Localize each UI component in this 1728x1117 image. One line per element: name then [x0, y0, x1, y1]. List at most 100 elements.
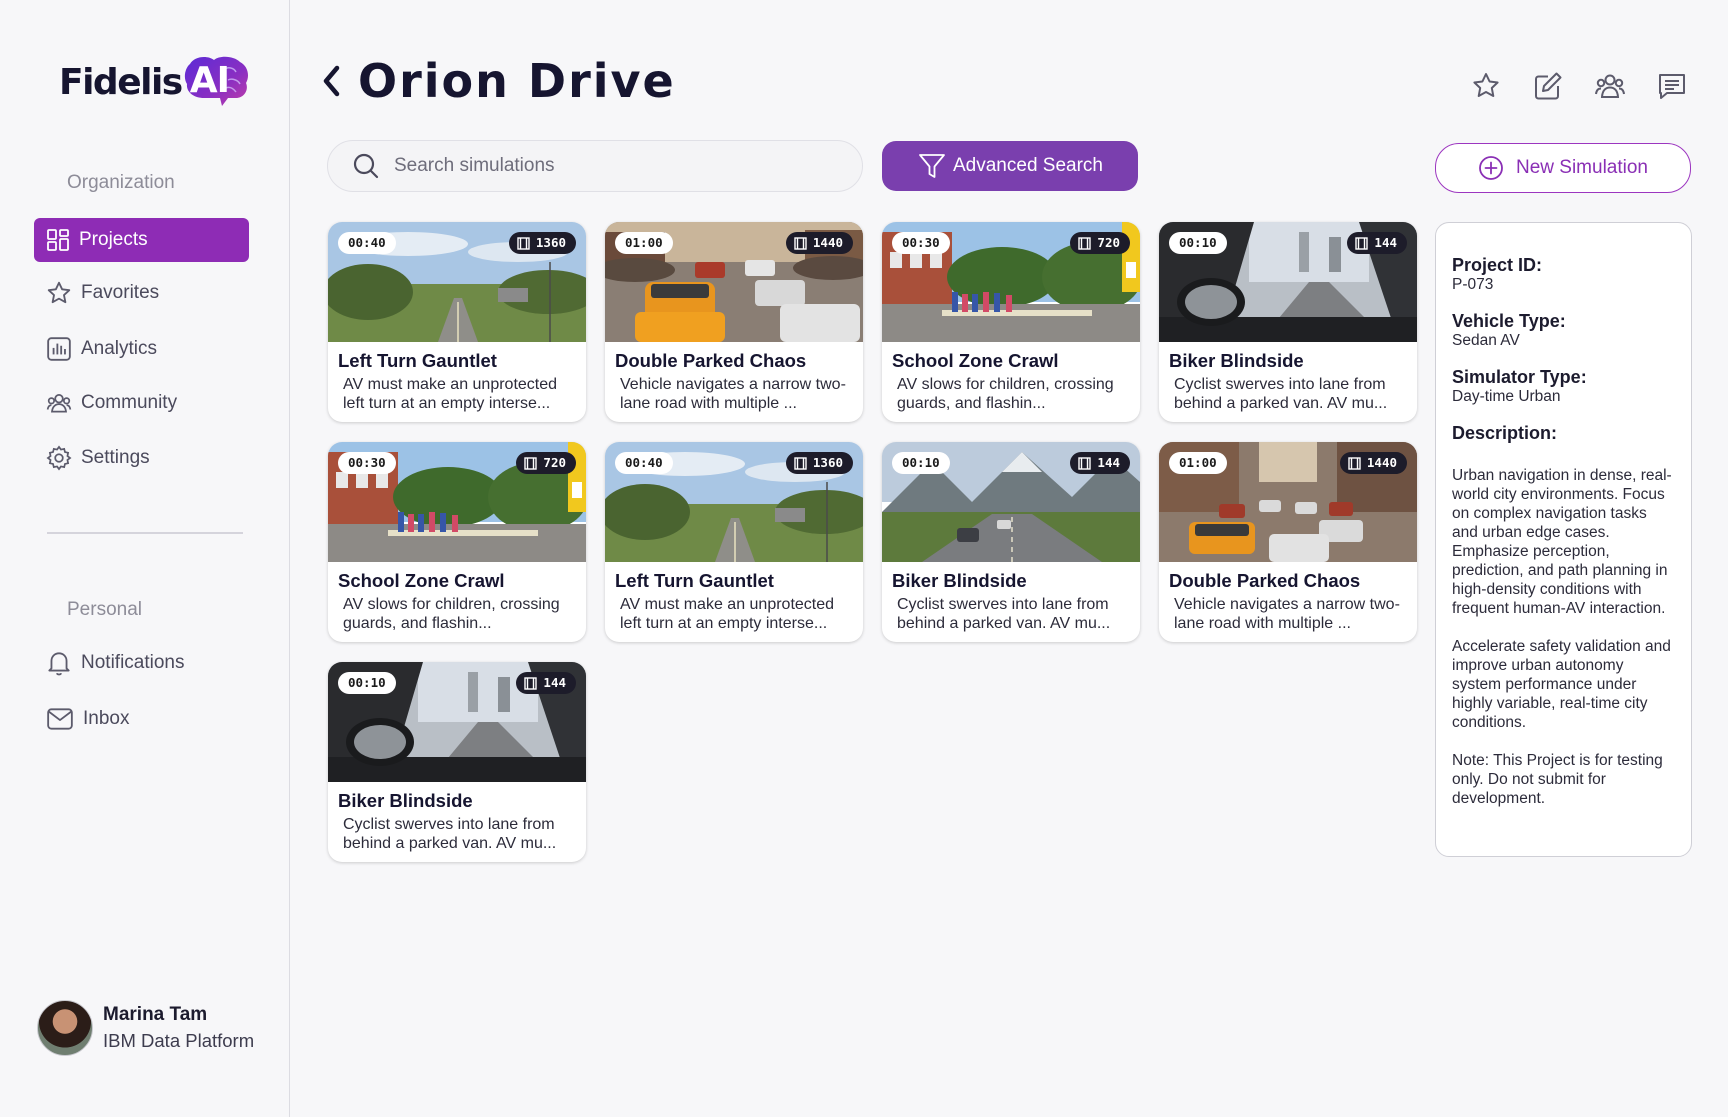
description-paragraph: Accelerate safety validation and improve… [1452, 638, 1671, 731]
simulation-thumbnail[interactable]: 00:10 144 [882, 442, 1140, 562]
film-icon [517, 236, 530, 250]
sidebar-item-label: Settings [81, 447, 150, 468]
duration-badge: 01:00 [615, 232, 673, 254]
user-profile[interactable]: Marina Tam IBM Data Platform [37, 1000, 254, 1056]
project-id-label: Project ID: [1452, 255, 1543, 275]
simulation-title: Left Turn Gauntlet [615, 570, 774, 591]
analytics-icon [47, 337, 71, 361]
simulation-description: Cyclist swerves into lane from behind a … [343, 816, 557, 852]
sidebar-item-inbox[interactable]: Inbox [34, 697, 249, 741]
simulation-card[interactable]: 01:00 1440 Double Parked Chaos Vehicle navi… [1159, 442, 1417, 642]
sidebar-item-analytics[interactable]: Analytics [34, 327, 249, 371]
sidebar-item-label: Community [81, 392, 178, 413]
bell-icon [48, 652, 70, 676]
simulation-card[interactable]: 00:10 144 Biker Blindside Cyclist swerves i… [1159, 222, 1417, 422]
simulation-description: AV must make an unprotected left turn at… [343, 376, 558, 412]
favorite-star-icon[interactable] [1470, 70, 1502, 102]
simulation-title: School Zone Crawl [338, 570, 505, 591]
project-id-value: P-073 [1452, 276, 1494, 293]
film-icon [1078, 236, 1092, 250]
simulator-type-value: Day-time Urban [1452, 388, 1561, 405]
duration-badge: 00:40 [338, 232, 396, 254]
frame-count-value: 144 [543, 675, 566, 690]
simulation-card[interactable]: 00:30 720 School Zone Crawl AV slows for ch… [328, 442, 586, 642]
advanced-search-button[interactable]: Advanced Search [882, 141, 1138, 191]
back-chevron-icon[interactable] [322, 64, 342, 98]
simulation-description: AV slows for children, crossing guards, … [343, 596, 560, 632]
user-name: Marina Tam [103, 1004, 208, 1025]
simulation-description: AV must make an unprotected left turn at… [620, 596, 835, 632]
simulation-card[interactable]: 00:30 720 School Zone Crawl AV slows for ch… [882, 222, 1140, 422]
search-input[interactable] [394, 155, 814, 177]
new-simulation-button[interactable]: New Simulation [1435, 143, 1691, 193]
film-icon [1348, 456, 1361, 470]
duration-badge: 00:40 [615, 452, 673, 474]
personal-label: Personal [67, 599, 142, 620]
team-icon[interactable] [1594, 70, 1626, 102]
simulation-description: Cyclist swerves into lane from behind a … [1174, 376, 1388, 412]
simulation-thumbnail[interactable]: 00:10 144 [328, 662, 586, 782]
frame-count-badge: 1360 [785, 452, 853, 474]
frame-count-badge: 1440 [785, 232, 853, 254]
chat-icon[interactable] [1656, 70, 1688, 102]
simulation-thumbnail[interactable]: 01:00 1440 [1159, 442, 1417, 562]
simulation-thumbnail[interactable]: 00:30 720 [328, 442, 586, 562]
simulation-title: Double Parked Chaos [1169, 570, 1361, 591]
simulation-card[interactable]: 00:10 144 Biker Blindside Cyclist swerves i… [882, 442, 1140, 642]
sidebar-item-notifications[interactable]: Notifications [34, 641, 249, 685]
organization-label: Organization [67, 172, 175, 193]
simulation-card[interactable]: 00:40 1360 Left Turn Gauntlet AV must make … [605, 442, 863, 642]
sidebar: Fidelis AI Organization Projects Favorit… [0, 0, 290, 1117]
simulation-thumbnail[interactable]: 00:40 1360 [328, 222, 586, 342]
frame-count-badge: 720 [516, 452, 576, 474]
search-bar[interactable] [327, 140, 863, 192]
description-note: Note: This Project is for testing only. … [1452, 752, 1663, 807]
simulation-thumbnail[interactable]: 01:00 1440 [605, 222, 863, 342]
simulation-description: AV slows for children, crossing guards, … [897, 376, 1114, 412]
simulation-title: Double Parked Chaos [615, 350, 807, 371]
simulation-card[interactable]: 00:40 1360 Left Turn Gauntlet AV must make … [328, 222, 586, 422]
simulator-type-label: Simulator Type: [1452, 367, 1587, 387]
project-info-panel: Project ID: P-073 Vehicle Type: Sedan AV… [1435, 222, 1692, 857]
mail-icon [47, 708, 73, 730]
duration-badge: 01:00 [1169, 452, 1227, 474]
sidebar-item-settings[interactable]: Settings [34, 436, 249, 480]
simulation-description: Vehicle navigates a narrow two-lane road… [1174, 596, 1400, 632]
frame-count-value: 720 [543, 455, 566, 470]
frame-count-value: 1360 [812, 455, 843, 470]
sidebar-item-favorites[interactable]: Favorites [34, 271, 249, 315]
film-icon [1355, 236, 1369, 250]
duration-badge: 00:30 [338, 452, 396, 474]
sidebar-item-projects[interactable]: Projects [34, 218, 249, 262]
sidebar-item-label: Favorites [81, 282, 160, 303]
sidebar-item-label: Analytics [81, 338, 158, 359]
gear-icon [46, 445, 72, 471]
frame-count-value: 1440 [1366, 455, 1397, 470]
frame-count-badge: 720 [1070, 232, 1130, 254]
sidebar-item-label: Notifications [81, 652, 185, 673]
frame-count-badge: 1360 [508, 232, 576, 254]
simulation-title: Biker Blindside [1169, 350, 1304, 371]
sidebar-item-label: Inbox [83, 708, 130, 729]
simulation-card[interactable]: 00:10 144 Biker Blindside Cyclist swerves i… [328, 662, 586, 862]
logo-ai-text: AI [189, 60, 230, 101]
vehicle-type-label: Vehicle Type: [1452, 311, 1566, 331]
simulation-title: Biker Blindside [338, 790, 473, 811]
simulation-title: Biker Blindside [892, 570, 1027, 591]
star-icon [47, 281, 71, 304]
simulation-thumbnail[interactable]: 00:10 144 [1159, 222, 1417, 342]
sidebar-item-community[interactable]: Community [34, 381, 249, 425]
simulation-thumbnail[interactable]: 00:40 1360 [605, 442, 863, 562]
sidebar-item-label: Projects [79, 229, 148, 250]
logo[interactable]: Fidelis AI [59, 54, 250, 110]
duration-badge: 00:10 [338, 672, 396, 694]
description-label: Description: [1452, 423, 1558, 443]
simulation-card[interactable]: 01:00 1440 Double Parked Chaos Vehicle navi… [605, 222, 863, 422]
frame-count-value: 1440 [812, 235, 843, 250]
simulation-thumbnail[interactable]: 00:30 720 [882, 222, 1140, 342]
projects-icon [47, 229, 69, 251]
edit-icon[interactable] [1532, 70, 1564, 102]
sidebar-divider [47, 532, 243, 534]
avatar[interactable] [37, 1000, 93, 1056]
duration-badge: 00:10 [892, 452, 950, 474]
